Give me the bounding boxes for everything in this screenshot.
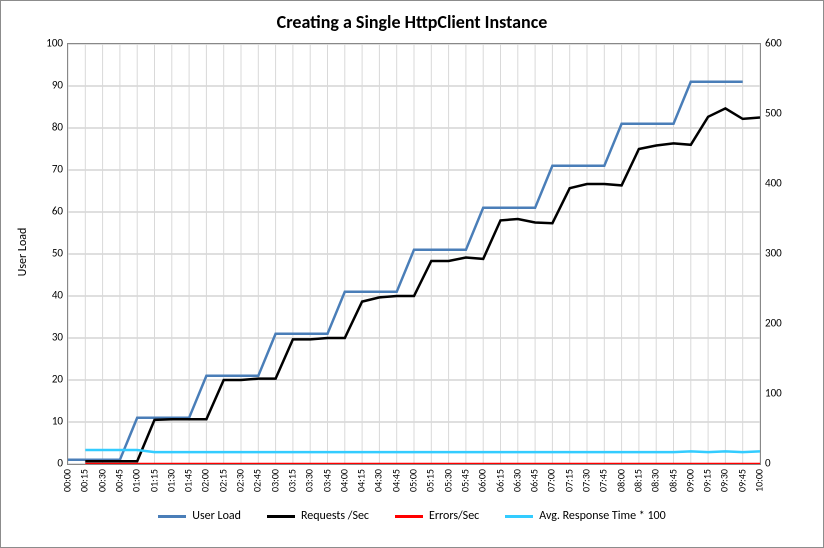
xaxis-tick: 08:00 — [614, 469, 627, 492]
yaxis-right-tick: 500 — [765, 107, 805, 120]
xaxis-tick: 04:00 — [337, 469, 350, 492]
yaxis-left-label: User Load — [16, 222, 30, 282]
legend-label: Requests /Sec — [301, 509, 369, 523]
yaxis-right-tick: 100 — [765, 387, 805, 400]
legend-label: Errors/Sec — [429, 509, 479, 523]
xaxis-tick: 10:00 — [753, 469, 766, 492]
xaxis-tick: 07:45 — [597, 469, 610, 492]
xaxis-tick: 09:45 — [735, 469, 748, 492]
yaxis-right-tick: 0 — [765, 457, 805, 470]
xaxis-tick: 05:45 — [458, 469, 471, 492]
xaxis-tick: 00:30 — [95, 469, 108, 492]
xaxis-tick: 02:00 — [199, 469, 212, 492]
xaxis-tick: 06:15 — [493, 469, 506, 492]
xaxis-tick: 01:00 — [130, 469, 143, 492]
yaxis-left-tick: 30 — [23, 331, 63, 344]
xaxis-tick: 03:15 — [285, 469, 298, 492]
xaxis-tick: 04:45 — [389, 469, 402, 492]
xaxis-tick: 03:00 — [268, 469, 281, 492]
xaxis-tick: 09:00 — [683, 469, 696, 492]
yaxis-left-tick: 70 — [23, 163, 63, 176]
series-requests-sec — [85, 108, 760, 461]
yaxis-left-tick: 80 — [23, 121, 63, 134]
xaxis-tick: 00:45 — [112, 469, 125, 492]
xaxis-tick: 05:30 — [441, 469, 454, 492]
legend-swatch — [158, 515, 186, 518]
xaxis-tick: 06:45 — [528, 469, 541, 492]
yaxis-right-tick: 200 — [765, 317, 805, 330]
xaxis-tick: 03:45 — [320, 469, 333, 492]
yaxis-left-tick: 20 — [23, 373, 63, 386]
chart-frame: Creating a Single HttpClient Instance 01… — [0, 0, 824, 548]
yaxis-left-tick: 60 — [23, 205, 63, 218]
xaxis-tick: 05:00 — [407, 469, 420, 492]
xaxis-tick: 06:30 — [510, 469, 523, 492]
xaxis-tick: 00:15 — [78, 469, 91, 492]
yaxis-left-tick: 0 — [23, 457, 63, 470]
xaxis-tick: 02:15 — [216, 469, 229, 492]
yaxis-left-tick: 40 — [23, 289, 63, 302]
xaxis-tick: 07:00 — [545, 469, 558, 492]
xaxis-tick: 03:30 — [303, 469, 316, 492]
legend-swatch — [267, 515, 295, 518]
legend-item: User Load — [158, 509, 241, 523]
xaxis-tick: 05:15 — [424, 469, 437, 492]
legend-item: Avg. Response Time * 100 — [505, 509, 665, 523]
plot-area — [67, 43, 761, 465]
yaxis-right-tick: 300 — [765, 247, 805, 260]
xaxis-tick: 01:45 — [182, 469, 195, 492]
legend-label: Avg. Response Time * 100 — [539, 509, 665, 523]
xaxis-tick: 08:15 — [631, 469, 644, 492]
yaxis-left-tick: 90 — [23, 79, 63, 92]
legend-swatch — [505, 515, 533, 518]
yaxis-left-tick: 100 — [23, 37, 63, 50]
series-user-load — [68, 82, 743, 460]
xaxis-tick: 09:30 — [718, 469, 731, 492]
legend-item: Errors/Sec — [395, 509, 479, 523]
legend-swatch — [395, 515, 423, 518]
xaxis-tick: 02:45 — [251, 469, 264, 492]
xaxis-tick: 00:00 — [61, 469, 74, 492]
yaxis-left-tick: 10 — [23, 415, 63, 428]
xaxis-tick: 08:45 — [666, 469, 679, 492]
legend: User Load Requests /Sec Errors/Sec Avg. Res… — [1, 509, 823, 523]
xaxis-tick: 08:30 — [649, 469, 662, 492]
yaxis-right-tick: 600 — [765, 37, 805, 50]
chart-svg — [68, 44, 760, 464]
series-avg-response-time-100 — [85, 450, 760, 452]
xaxis-tick: 01:30 — [164, 469, 177, 492]
xaxis-tick: 04:30 — [372, 469, 385, 492]
xaxis-tick: 06:00 — [476, 469, 489, 492]
chart-title: Creating a Single HttpClient Instance — [1, 11, 823, 33]
yaxis-right-tick: 400 — [765, 177, 805, 190]
legend-item: Requests /Sec — [267, 509, 369, 523]
xaxis-tick: 07:15 — [562, 469, 575, 492]
legend-label: User Load — [192, 509, 241, 523]
xaxis-tick: 09:15 — [701, 469, 714, 492]
xaxis-tick: 01:15 — [147, 469, 160, 492]
xaxis-tick: 04:15 — [355, 469, 368, 492]
xaxis-tick: 07:30 — [580, 469, 593, 492]
xaxis-tick: 02:30 — [234, 469, 247, 492]
